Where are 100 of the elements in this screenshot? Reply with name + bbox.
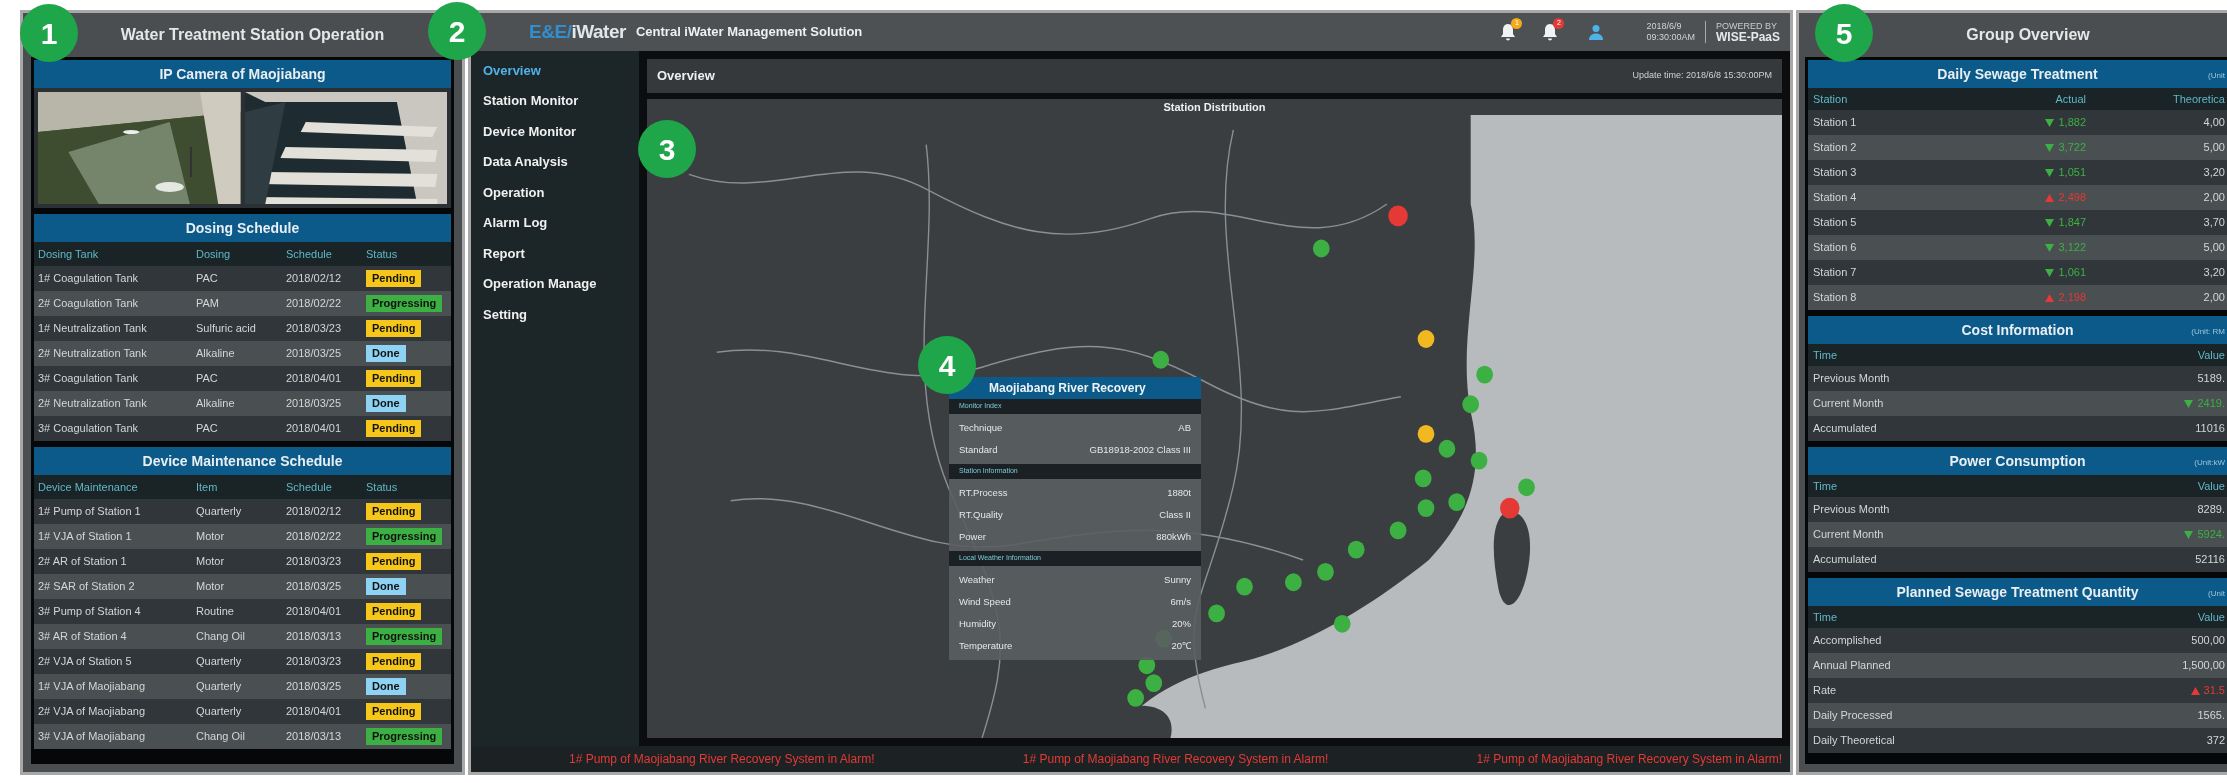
popup-value: 1880t: [1167, 485, 1191, 500]
table-cell-text: Annual Planned: [1813, 658, 1891, 674]
table-cell-text: 2,00: [2203, 190, 2225, 206]
table-cell-text: Previous Month: [1813, 502, 1890, 518]
table-cell-text: 5,00: [2203, 240, 2225, 256]
down-triangle-icon: [2045, 218, 2055, 227]
table-cell-text: 2018/03/25: [286, 579, 343, 595]
nav-item[interactable]: Setting: [471, 299, 639, 330]
table-cell-text: 2# VJA of Station 5: [38, 654, 133, 670]
popup-title: Maojiabang River Recovery: [949, 377, 1201, 399]
table-cell-text: Station 4: [1813, 190, 1857, 206]
table-cell-text: 1,847: [2058, 215, 2086, 231]
unit-label: (Unit: [2208, 70, 2225, 82]
table-cell-text: Accumulated: [1813, 421, 1877, 437]
table-cell-text: 2# Coagulation Tank: [38, 296, 140, 312]
column-header: Status: [366, 246, 399, 262]
table-cell-text: 2# Neutralization Tank: [38, 396, 148, 412]
table-cell-text: Quarterly: [196, 704, 243, 720]
nav-item[interactable]: Operation Manage: [471, 268, 639, 299]
status-badge: Pending: [366, 703, 422, 720]
nav-item[interactable]: Device Monitor: [471, 116, 639, 147]
table-cell-text: 2,498: [2058, 190, 2086, 206]
table-cell-text: 2018/03/25: [286, 396, 343, 412]
table-cell-text: 2018/03/23: [286, 321, 343, 337]
nav-item[interactable]: Station Monitor: [471, 85, 639, 116]
table-cell-text: 2018/03/25: [286, 679, 343, 695]
table-cell-text: 500,00: [2191, 633, 2225, 649]
table-cell-text: Motor: [196, 579, 226, 595]
status-badge: Pending: [366, 553, 422, 570]
app-title: Central iWater Management Solution: [635, 23, 863, 42]
column-header: Value: [2197, 478, 2226, 494]
up-triangle-icon: [2190, 686, 2200, 695]
table-cell-text: 3# AR of Station 4: [38, 629, 128, 645]
nav-item[interactable]: Report: [471, 238, 639, 269]
popup-label: Weather: [959, 572, 995, 587]
table-cell-text: Alkaline: [196, 396, 236, 412]
popup-value: 20%: [1172, 616, 1191, 631]
section-header: Dosing Schedule: [34, 214, 451, 242]
column-header: Time: [1813, 609, 1839, 625]
table-cell-text: Chang Oil: [196, 729, 246, 745]
table-cell-text: 1# VJA of Station 1: [38, 529, 133, 545]
table-cell-text: 2# VJA of Maojiabang: [38, 704, 147, 720]
status-badge: Pending: [366, 653, 422, 670]
column-header: Time: [1813, 347, 1839, 363]
status-badge: Progressing: [366, 728, 443, 745]
table-cell-text: 1565.: [2197, 708, 2225, 724]
down-triangle-icon: [2045, 168, 2055, 177]
nav-item[interactable]: Alarm Log: [471, 207, 639, 238]
table-cell-text: 5189.: [2197, 371, 2225, 387]
platform-text: WISE-PaaS: [1715, 32, 1780, 43]
nav-item[interactable]: Operation: [471, 177, 639, 208]
table-cell-text: 3,122: [2058, 240, 2086, 256]
powered-by-text: POWERED BY: [1715, 21, 1778, 32]
table-cell-text: 2018/02/12: [286, 271, 343, 287]
status-badge: Done: [366, 395, 406, 412]
table-cell-text: PAC: [196, 421, 219, 437]
table-cell-text: Alkaline: [196, 346, 236, 362]
table-cell-text: 2018/03/13: [286, 729, 343, 745]
popup-label: RT.Quality: [959, 507, 1003, 522]
column-header: Schedule: [286, 246, 333, 262]
table-cell-text: 8289.: [2197, 502, 2225, 518]
table-cell-text: 2# Neutralization Tank: [38, 346, 148, 362]
table-cell-text: 5,00: [2203, 140, 2225, 156]
table-cell-text: 2018/03/23: [286, 654, 343, 670]
table-cell-text: 2018/02/22: [286, 296, 343, 312]
column-header: Item: [196, 479, 219, 495]
table-cell-text: 1# Pump of Station 1: [38, 504, 142, 520]
unit-label: (Unit:kW: [2194, 457, 2225, 469]
table-cell-text: Previous Month: [1813, 371, 1890, 387]
bell-icon: [1500, 23, 1517, 41]
popup-value: 6m/s: [1170, 594, 1191, 609]
table-cell-text: PAM: [196, 296, 221, 312]
table-cell-text: Station 3: [1813, 165, 1857, 181]
alarm-message: 1# Pump of Maojiabang River Recovery System in Alarm!: [1476, 751, 1782, 768]
table-cell-text: 31.5: [2203, 683, 2225, 699]
table-cell-text: Sulfuric acid: [196, 321, 257, 337]
table-cell-text: 1,500,00: [2182, 658, 2225, 674]
table-cell-text: 3# Pump of Station 4: [38, 604, 142, 620]
column-header: Time: [1813, 478, 1839, 494]
unit-label: (Unit: [2208, 588, 2225, 600]
status-badge: Done: [366, 345, 406, 362]
column-header: Theoretica: [2173, 91, 2226, 107]
table-cell-text: 4,00: [2203, 115, 2225, 131]
table-cell-text: 52116: [2195, 552, 2225, 568]
table-cell-text: 2# SAR of Station 2: [38, 579, 136, 595]
table-cell-text: 1,882: [2058, 115, 2086, 131]
column-header: Device Maintenance: [38, 479, 139, 495]
table-cell-text: 3,70: [2203, 215, 2225, 231]
section-header: IP Camera of Maojiabang: [34, 60, 451, 88]
user-icon[interactable]: [1588, 24, 1605, 40]
popup-label: RT.Process: [959, 485, 1008, 500]
table-cell-text: Daily Theoretical: [1813, 733, 1895, 749]
up-triangle-icon: [2045, 193, 2055, 202]
popup-value: 880kWh: [1156, 529, 1191, 544]
time-text: 09:30:00AM: [1646, 32, 1695, 43]
nav-item[interactable]: Data Analysis: [471, 146, 639, 177]
section-header: Planned Sewage Treatment Quantity: [1896, 582, 2139, 602]
status-badge: Pending: [366, 270, 422, 287]
table-cell-text: Quarterly: [196, 654, 243, 670]
table-cell-text: 2018/04/01: [286, 604, 343, 620]
